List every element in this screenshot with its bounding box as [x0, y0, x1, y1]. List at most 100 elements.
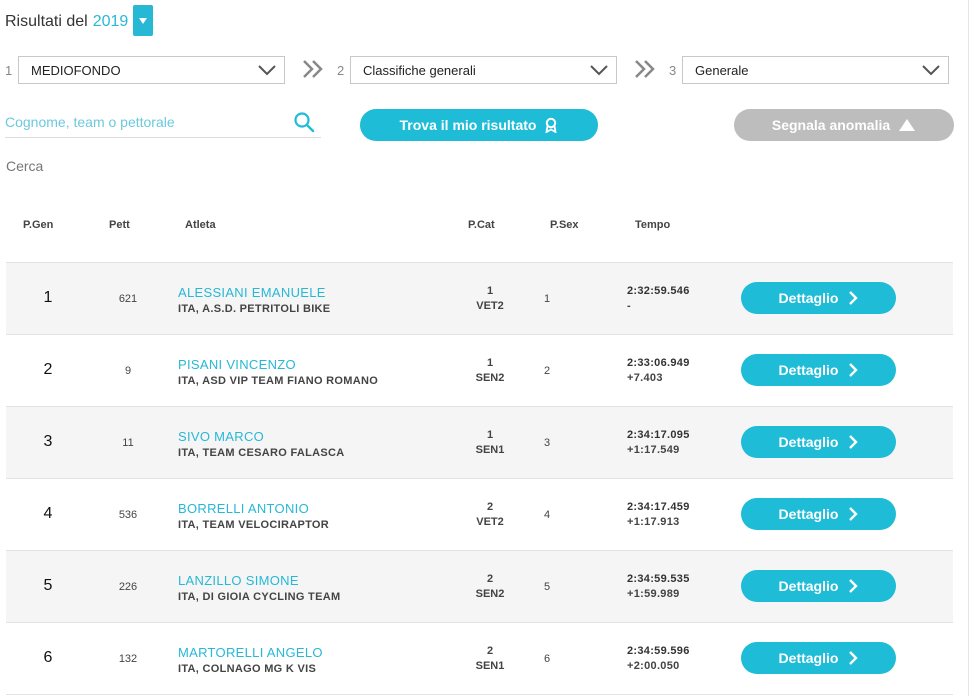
category-position: 1 SEN1	[470, 428, 510, 458]
athlete-name-link[interactable]: BORRELLI ANTONIO	[178, 501, 329, 516]
general-position: 3	[43, 433, 53, 450]
title-year: 2019	[92, 12, 129, 30]
page-title: Risultati del 2019	[5, 5, 154, 36]
filter-step-3: 3 Generale	[669, 56, 949, 84]
athlete-name-link[interactable]: SIVO MARCO	[178, 429, 345, 444]
athlete-team: ITA, A.S.D. PETRITOLI BIKE	[178, 303, 331, 315]
chevron-right-icon	[849, 651, 859, 665]
detail-button-label: Dettaglio	[778, 434, 839, 450]
detail-button-label: Dettaglio	[778, 578, 839, 594]
search-icon[interactable]	[293, 111, 315, 133]
sex-position: 4	[543, 509, 551, 521]
time-gap: +1:17.913	[627, 516, 680, 528]
column-psex[interactable]: P.Sex	[550, 219, 579, 231]
time-cell: 2:34:59.535 +1:59.989	[627, 572, 690, 602]
time-gap: +1:59.989	[627, 588, 680, 600]
detail-button[interactable]: Dettaglio	[741, 642, 896, 674]
category-rank: 1	[486, 285, 494, 297]
athlete-name-link[interactable]: LANZILLO SIMONE	[178, 573, 340, 588]
chevron-right-icon	[849, 291, 859, 305]
select-value: Classifiche generali	[363, 62, 476, 78]
table-row: 3 11 SIVO MARCO ITA, TEAM CESARO FALASCA…	[6, 407, 953, 479]
athlete-team: ITA, DI GIOIA CYCLING TEAM	[178, 591, 341, 603]
chevron-right-icon	[849, 435, 859, 449]
filter-step-2: 2 Classifiche generali	[337, 56, 617, 84]
select-value: MEDIOFONDO	[31, 62, 121, 78]
athlete-team: ITA, ASD VIP TEAM FIANO ROMANO	[178, 375, 379, 387]
time-cell: 2:34:59.596 +2:00.050	[627, 644, 690, 674]
race-time: 2:34:17.459	[627, 501, 690, 513]
step-number: 3	[669, 62, 677, 78]
title-prefix: Risultati del	[5, 12, 88, 30]
find-my-result-button[interactable]: Trova il mio risultato	[360, 109, 598, 141]
report-button-label: Segnala anomalia	[771, 117, 891, 133]
find-button-label: Trova il mio risultato	[399, 117, 537, 133]
results-table: 1 6 2 1 ALESSIANI EMANUELE ITA, A.S.D. PET…	[6, 262, 953, 695]
step-number: 1	[5, 62, 13, 78]
bib-number: 9	[124, 365, 132, 377]
general-position: 1	[43, 289, 53, 306]
category-rank: 2	[486, 645, 494, 657]
athlete-name-link[interactable]: ALESSIANI EMANUELE	[178, 285, 330, 300]
search-bar	[5, 107, 321, 138]
column-atleta[interactable]: Atleta	[185, 219, 216, 231]
athlete-cell: SIVO MARCO ITA, TEAM CESARO FALASCA	[178, 429, 345, 459]
athlete-team: ITA, TEAM CESARO FALASCA	[178, 447, 345, 459]
athlete-team: ITA, COLNAGO MG K VIS	[178, 663, 317, 675]
table-row: 5 226 LANZILLO SIMONE ITA, DI GIOIA CYCL…	[6, 551, 953, 623]
column-pgen[interactable]: P.Gen	[23, 219, 53, 231]
time-cell: 2:32:59.546 -	[627, 284, 690, 314]
athlete-team: ITA, TEAM VELOCIRAPTOR	[178, 519, 330, 531]
race-select[interactable]: MEDIOFONDO	[18, 56, 285, 84]
category-name: VET2	[476, 516, 504, 528]
bib-number: 536	[118, 509, 138, 521]
column-tempo[interactable]: Tempo	[635, 219, 670, 231]
column-pett[interactable]: Pett	[109, 219, 130, 231]
category-rank: 2	[486, 501, 494, 513]
athlete-name-link[interactable]: MARTORELLI ANGELO	[178, 645, 323, 660]
detail-button-label: Dettaglio	[778, 650, 839, 666]
ranking-type-select[interactable]: Classifiche generali	[350, 56, 617, 84]
step-number: 2	[337, 62, 345, 78]
time-gap: +7.403	[627, 372, 663, 384]
athlete-cell: PISANI VINCENZO ITA, ASD VIP TEAM FIANO …	[178, 357, 378, 387]
caret-down-icon	[139, 17, 148, 24]
award-ribbon-icon	[545, 117, 558, 133]
bib-number: 226	[118, 581, 138, 593]
category-position: 1 VET2	[470, 284, 510, 314]
table-header: P.Gen Pett Atleta P.Cat P.Sex Tempo	[0, 219, 960, 235]
detail-button[interactable]: Dettaglio	[741, 570, 896, 602]
race-time: 2:34:17.095	[627, 429, 690, 441]
chevron-down-icon	[922, 65, 940, 76]
column-pcat[interactable]: P.Cat	[468, 219, 495, 231]
sex-position: 3	[543, 437, 551, 449]
table-row: 1 621 ALESSIANI EMANUELE ITA, A.S.D. PET…	[6, 263, 953, 335]
time-cell: 2:33:06.949 +7.403	[627, 356, 690, 386]
athlete-name-link[interactable]: PISANI VINCENZO	[178, 357, 378, 372]
category-name: VET2	[476, 300, 504, 312]
race-time: 2:32:59.546	[627, 285, 690, 297]
chevron-down-icon	[590, 65, 608, 76]
detail-button[interactable]: Dettaglio	[741, 426, 896, 458]
detail-button[interactable]: Dettaglio	[741, 282, 896, 314]
detail-button[interactable]: Dettaglio	[741, 498, 896, 530]
sex-position: 1	[543, 293, 551, 305]
report-anomaly-button[interactable]: Segnala anomalia	[734, 109, 954, 141]
search-label: Cerca	[6, 158, 44, 174]
category-name: SEN1	[475, 444, 505, 456]
detail-button[interactable]: Dettaglio	[741, 354, 896, 386]
athlete-cell: ALESSIANI EMANUELE ITA, A.S.D. PETRITOLI…	[178, 285, 330, 315]
category-select[interactable]: Generale	[682, 56, 949, 84]
detail-button-label: Dettaglio	[778, 290, 839, 306]
sex-position: 6	[543, 653, 551, 665]
sex-position: 2	[543, 365, 551, 377]
year-dropdown-button[interactable]	[133, 5, 154, 36]
search-input[interactable]	[5, 114, 265, 130]
category-position: 1 SEN2	[470, 356, 510, 386]
time-gap: +1:17.549	[627, 444, 680, 456]
bib-number: 132	[118, 653, 138, 665]
category-rank: 2	[486, 573, 494, 585]
warning-triangle-icon	[899, 119, 916, 131]
time-gap: +2:00.050	[627, 660, 680, 672]
filter-step-1: 1 MEDIOFONDO	[5, 56, 285, 84]
